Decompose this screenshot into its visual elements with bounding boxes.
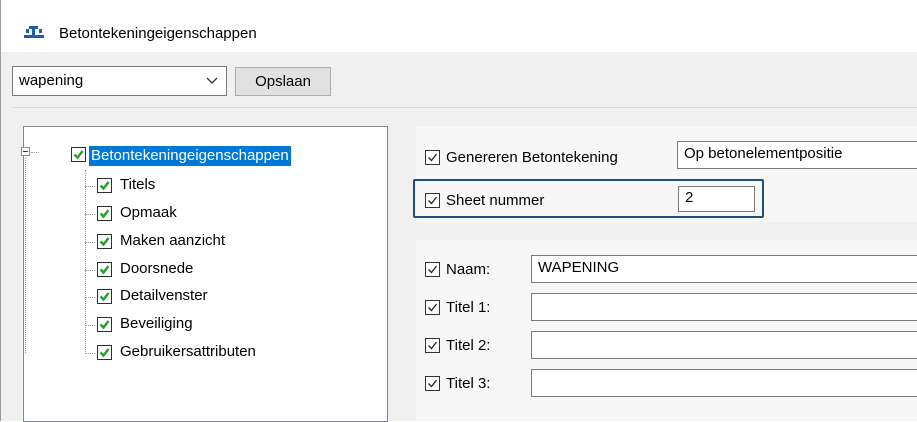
title3-label: Titel 3: — [446, 375, 491, 392]
sheet-number-label: Sheet nummer — [446, 192, 545, 209]
title3-checkbox[interactable] — [425, 376, 440, 391]
preset-dropdown[interactable]: wapening — [12, 66, 227, 96]
title1-input[interactable] — [531, 293, 917, 321]
tree-connector-line — [85, 170, 86, 354]
title2-checkbox[interactable] — [425, 338, 440, 353]
title2-input[interactable] — [531, 331, 917, 359]
tree-connector-line — [85, 186, 95, 187]
tree-item-doorsnede-checkbox[interactable] — [97, 262, 112, 277]
generate-label: Genereren Betontekening — [446, 149, 618, 166]
tree-root-label[interactable]: Betontekeningeigenschappen — [89, 146, 291, 166]
tree-item-maken-aanzicht[interactable]: Maken aanzicht — [118, 231, 227, 251]
tree-connector-line — [25, 158, 26, 353]
save-button[interactable]: Opslaan — [235, 67, 331, 96]
tree-item-titels-checkbox[interactable] — [97, 178, 112, 193]
properties-window: Betontekeningeigenschappen wapening Opsl… — [0, 0, 917, 422]
tree-item-beveiliging[interactable]: Beveiliging — [118, 314, 195, 334]
tree-item-opmaak[interactable]: Opmaak — [118, 203, 179, 223]
name-checkbox[interactable] — [425, 262, 440, 277]
preset-dropdown-value: wapening — [19, 72, 84, 89]
tree-item-doorsnede[interactable]: Doorsnede — [118, 259, 195, 279]
tree-connector-line — [85, 325, 95, 326]
tree-connector-line — [85, 270, 95, 271]
title3-input[interactable] — [531, 369, 917, 397]
tree-view[interactable] — [23, 126, 388, 422]
name-label: Naam: — [446, 261, 491, 278]
name-input[interactable]: WAPENING — [531, 255, 917, 283]
title2-label: Titel 2: — [446, 337, 491, 354]
tree-item-detailvenster[interactable]: Detailvenster — [118, 286, 210, 306]
window-title: Betontekeningeigenschappen — [59, 25, 257, 42]
title-bar: Betontekeningeigenschappen — [1, 0, 917, 52]
generate-mode-dropdown[interactable]: Op betonelementpositie — [677, 141, 917, 169]
tree-item-opmaak-checkbox[interactable] — [97, 206, 112, 221]
sheet-number-checkbox[interactable] — [425, 193, 440, 208]
toolbar-divider — [12, 107, 917, 108]
tree-connector-line — [85, 242, 95, 243]
tree-item-detailvenster-checkbox[interactable] — [97, 289, 112, 304]
title1-label: Titel 1: — [446, 299, 491, 316]
tree-item-maken-aanzicht-checkbox[interactable] — [97, 234, 112, 249]
tree-connector-line — [31, 152, 39, 153]
chevron-down-icon — [206, 77, 218, 84]
tree-item-beveiliging-checkbox[interactable] — [97, 317, 112, 332]
tree-item-titels[interactable]: Titels — [118, 175, 157, 195]
title1-checkbox[interactable] — [425, 300, 440, 315]
tree-root-checkbox[interactable] — [71, 147, 86, 162]
tree-connector-line — [85, 297, 95, 298]
drawing-app-icon — [24, 26, 44, 38]
collapse-icon[interactable] — [21, 147, 30, 156]
generate-checkbox[interactable] — [425, 150, 440, 165]
sheet-number-input[interactable]: 2 — [678, 186, 755, 212]
tree-connector-line — [85, 353, 95, 354]
tree-item-gebruikersattributen-checkbox[interactable] — [97, 345, 112, 360]
tree-connector-line — [85, 214, 95, 215]
tree-item-gebruikersattributen[interactable]: Gebruikersattributen — [118, 342, 258, 362]
